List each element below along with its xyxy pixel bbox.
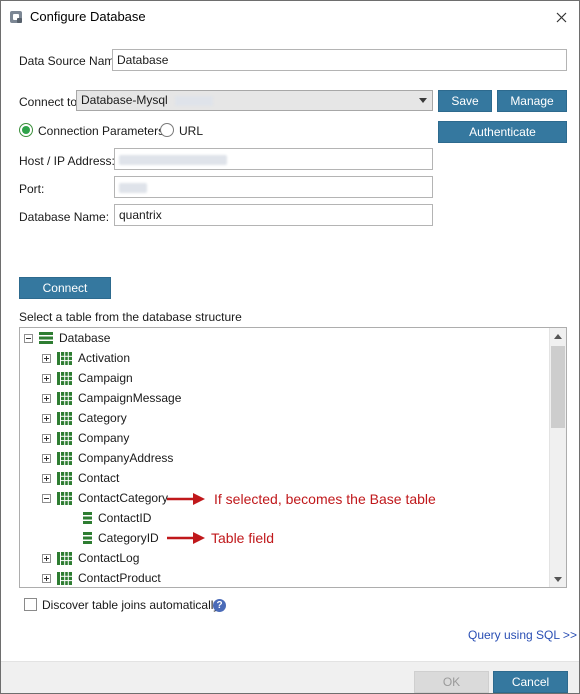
tree-table-item[interactable]: ContactLog	[42, 548, 139, 568]
collapse-icon[interactable]	[24, 333, 33, 343]
table-field-annotation: Table field	[211, 530, 275, 546]
expand-icon[interactable]	[42, 373, 51, 383]
url-radio[interactable]	[160, 123, 174, 137]
redacted-text	[119, 182, 147, 193]
database-name-input[interactable]: quantrix	[114, 204, 433, 226]
manage-button[interactable]: Manage	[497, 90, 567, 112]
tree-item-label: ContactProduct	[78, 571, 161, 585]
table-icon	[57, 571, 72, 585]
collapse-icon[interactable]	[42, 493, 51, 503]
tree-prompt: Select a table from the database structu…	[19, 310, 242, 324]
host-input[interactable]	[114, 148, 433, 170]
database-name-label: Database Name:	[19, 210, 110, 224]
expand-icon[interactable]	[42, 453, 51, 463]
tree-item-label: ContactLog	[78, 551, 140, 565]
discover-joins-checkbox[interactable]	[24, 598, 37, 611]
database-tree[interactable]: Database Activation Campaign CampaignMessa…	[19, 327, 567, 588]
data-source-input[interactable]: Database	[112, 49, 567, 71]
tree-item-label: Contact	[78, 471, 120, 485]
data-source-value: Database	[117, 53, 169, 67]
tree-root[interactable]: Database	[24, 328, 110, 348]
tree-item-label: Campaign	[78, 371, 133, 385]
expand-icon[interactable]	[42, 433, 51, 443]
table-icon	[57, 431, 72, 445]
table-icon	[57, 491, 72, 505]
redacted-text	[119, 154, 227, 165]
field-icon	[83, 512, 92, 524]
connect-to-select[interactable]: Database-Mysql	[76, 90, 433, 111]
connection-parameters-label: Connection Parameters	[38, 124, 165, 138]
scroll-thumb[interactable]	[551, 346, 565, 428]
table-icon	[57, 451, 72, 465]
tree-field-item[interactable]: CategoryID	[83, 528, 159, 548]
connect-button[interactable]: Connect	[19, 277, 111, 299]
close-button[interactable]	[549, 6, 573, 28]
port-input[interactable]	[114, 176, 433, 198]
port-label: Port:	[19, 182, 45, 196]
close-icon	[556, 12, 566, 22]
tree-table-item[interactable]: ContactProduct	[42, 568, 161, 587]
discover-joins-label: Discover table joins automatically	[42, 598, 220, 612]
field-icon	[83, 532, 92, 544]
window-title: Configure Database	[30, 9, 146, 24]
tree-table-item[interactable]: CompanyAddress	[42, 448, 173, 468]
app-logo-icon	[10, 11, 22, 23]
dropdown-arrow-icon	[419, 98, 427, 103]
expand-icon[interactable]	[42, 573, 51, 583]
tree-item-label: ContactID	[98, 511, 152, 525]
url-label: URL	[179, 124, 204, 138]
arrow-right-icon	[167, 493, 205, 505]
query-sql-link[interactable]: Query using SQL >>	[468, 628, 577, 642]
expand-icon[interactable]	[42, 553, 51, 563]
table-icon	[57, 371, 72, 385]
tree-table-item[interactable]: Category	[42, 408, 127, 428]
tree-table-item[interactable]: Campaign	[42, 368, 133, 388]
tree-item-label: CategoryID	[98, 531, 159, 545]
scroll-down-button[interactable]	[550, 571, 566, 587]
tree-table-item[interactable]: Contact	[42, 468, 119, 488]
scroll-up-button[interactable]	[550, 328, 566, 344]
host-label: Host / IP Address:	[19, 154, 115, 168]
tree-item-label: Activation	[78, 351, 131, 365]
connection-parameters-radio[interactable]	[19, 123, 33, 137]
data-source-label: Data Source Name	[19, 54, 122, 68]
expand-icon[interactable]	[42, 473, 51, 483]
chevron-up-icon	[554, 333, 562, 339]
tree-table-item[interactable]: ContactCategory	[42, 488, 168, 508]
tree-table-item[interactable]: Company	[42, 428, 129, 448]
connect-to-label: Connect to	[19, 95, 78, 109]
title-bar: Configure Database	[1, 1, 579, 32]
save-button[interactable]: Save	[438, 90, 492, 112]
arrow-right-icon	[167, 532, 205, 544]
table-icon	[57, 551, 72, 565]
tree-item-label: CompanyAddress	[78, 451, 174, 465]
expand-icon[interactable]	[42, 393, 51, 403]
base-table-annotation: If selected, becomes the Base table	[214, 491, 436, 507]
tree-item-label: Company	[78, 431, 130, 445]
chevron-down-icon	[554, 576, 562, 582]
table-icon	[57, 391, 72, 405]
table-icon	[57, 471, 72, 485]
configure-database-dialog: Configure Database Data Source Name Data…	[0, 0, 580, 694]
tree-item-label: ContactCategory	[78, 491, 169, 505]
tree-item-label: Category	[78, 411, 127, 425]
tree-table-item[interactable]: CampaignMessage	[42, 388, 181, 408]
tree-root-label: Database	[59, 331, 111, 345]
expand-icon[interactable]	[42, 353, 51, 363]
table-icon	[57, 351, 72, 365]
redacted-text	[175, 95, 214, 106]
expand-icon[interactable]	[42, 413, 51, 423]
cancel-button[interactable]: Cancel	[493, 671, 568, 693]
database-name-value: quantrix	[119, 208, 162, 222]
tree-item-label: CampaignMessage	[78, 391, 182, 405]
ok-button[interactable]: OK	[414, 671, 489, 693]
tree-field-item[interactable]: ContactID	[83, 508, 151, 528]
authenticate-button[interactable]: Authenticate	[438, 121, 567, 143]
tree-scrollbar[interactable]	[549, 328, 566, 587]
table-icon	[57, 411, 72, 425]
database-icon	[39, 332, 53, 344]
help-icon[interactable]: ?	[213, 599, 226, 612]
connect-to-value: Database-Mysql	[81, 93, 168, 107]
tree-table-item[interactable]: Activation	[42, 348, 130, 368]
